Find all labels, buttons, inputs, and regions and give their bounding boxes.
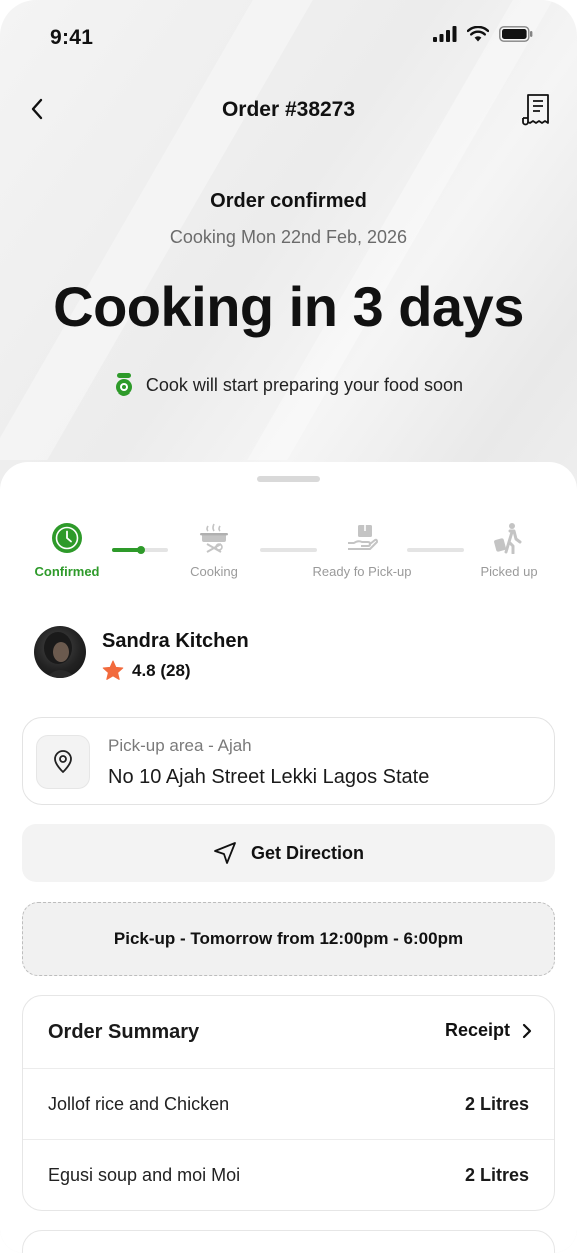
chef-icon bbox=[115, 373, 132, 396]
status-bar: 9:41 bbox=[0, 22, 577, 54]
location-pin-icon bbox=[54, 750, 72, 773]
avatar-portrait-icon bbox=[44, 632, 76, 678]
receipt-icon bbox=[522, 94, 549, 126]
order-item-qty: 2 Litres bbox=[464, 1165, 529, 1185]
phone-screen: 9:41 Order #38273 Order confirmed Cookin… bbox=[0, 0, 577, 1253]
order-summary-card: Order Summary Receipt Jollof rice and Ch… bbox=[22, 995, 555, 1211]
pickup-time-label: Pick-up - Tomorrow from 12:00pm - 6:00pm bbox=[113, 929, 464, 948]
order-item-qty: 2 Litres bbox=[464, 1094, 529, 1114]
cooking-pot-icon bbox=[200, 523, 228, 553]
receipt-link-label: Receipt bbox=[444, 1020, 510, 1040]
status-time: 9:41 bbox=[50, 26, 94, 49]
cooking-date: Cooking Mon 22nd Feb, 2026 bbox=[169, 227, 408, 247]
order-item-row: Jollof rice and Chicken 2 Litres bbox=[23, 1069, 554, 1140]
rating-value: 4.8 (28) bbox=[132, 660, 191, 680]
order-item-row: Egusi soup and moi Moi 2 Litres bbox=[23, 1140, 554, 1210]
step-label: Confirmed bbox=[34, 564, 100, 579]
step-confirmed: Confirmed bbox=[28, 520, 106, 579]
step-label: Picked up bbox=[480, 564, 538, 579]
receipt-button[interactable] bbox=[521, 92, 553, 128]
cook-rating: 4.8 (28) bbox=[102, 660, 191, 681]
order-status: Order confirmed bbox=[210, 190, 367, 212]
battery-icon bbox=[499, 26, 533, 42]
pickup-time-box: Pick-up - Tomorrow from 12:00pm - 6:00pm bbox=[22, 902, 555, 976]
avatar bbox=[34, 626, 86, 678]
chevron-right-icon bbox=[522, 1023, 532, 1038]
get-direction-label: Get Direction bbox=[250, 842, 365, 863]
wifi-icon bbox=[467, 26, 489, 42]
order-details-sheet: Confirmed Cooking Ready fo Pick-up Picke… bbox=[0, 462, 577, 1253]
pickup-area: Pick-up area - Ajah bbox=[108, 736, 252, 755]
order-progress-stepper: Confirmed Cooking Ready fo Pick-up Picke… bbox=[0, 520, 577, 580]
step-picked-up: Picked up bbox=[474, 520, 544, 579]
cook-info[interactable]: Sandra Kitchen 4.8 (28) bbox=[34, 626, 534, 680]
step-ready-for-pickup: Ready fo Pick-up bbox=[304, 520, 420, 579]
top-nav: Order #38273 bbox=[0, 92, 577, 128]
pickup-address: No 10 Ajah Street Lekki Lagos State bbox=[108, 766, 430, 788]
sheet-handle[interactable] bbox=[257, 476, 320, 482]
cook-name: Sandra Kitchen bbox=[102, 630, 249, 652]
cooking-countdown: Cooking in 3 days bbox=[53, 275, 524, 338]
hand-package-icon bbox=[348, 525, 378, 550]
order-summary-title: Order Summary bbox=[48, 1021, 200, 1043]
next-card-peek bbox=[22, 1230, 555, 1253]
walking-person-luggage-icon bbox=[494, 523, 522, 554]
step-connector-dot bbox=[137, 546, 145, 554]
order-item-name: Egusi soup and moi Moi bbox=[48, 1165, 241, 1185]
star-icon bbox=[102, 660, 124, 680]
step-label: Ready fo Pick-up bbox=[312, 564, 412, 579]
signal-icon bbox=[433, 26, 457, 42]
get-direction-button[interactable]: Get Direction bbox=[22, 824, 555, 882]
order-summary-header: Order Summary Receipt bbox=[23, 996, 554, 1069]
order-hero: Order confirmed Cooking Mon 22nd Feb, 20… bbox=[0, 190, 577, 397]
step-cooking: Cooking bbox=[176, 520, 252, 579]
status-icons bbox=[433, 26, 533, 42]
step-connector bbox=[112, 546, 168, 554]
clock-icon bbox=[52, 523, 82, 553]
cook-note: Cook will start preparing your food soon bbox=[0, 373, 577, 397]
receipt-link[interactable]: Receipt bbox=[445, 1020, 532, 1041]
navigation-arrow-icon bbox=[214, 842, 236, 864]
pickup-location-card[interactable]: Pick-up area - Ajah No 10 Ajah Street Le… bbox=[22, 717, 555, 805]
cook-note-text: Cook will start preparing your food soon bbox=[145, 374, 464, 395]
location-pin-box bbox=[36, 735, 90, 789]
order-item-name: Jollof rice and Chicken bbox=[48, 1094, 230, 1114]
step-label: Cooking bbox=[190, 564, 238, 579]
page-title: Order #38273 bbox=[221, 98, 356, 121]
